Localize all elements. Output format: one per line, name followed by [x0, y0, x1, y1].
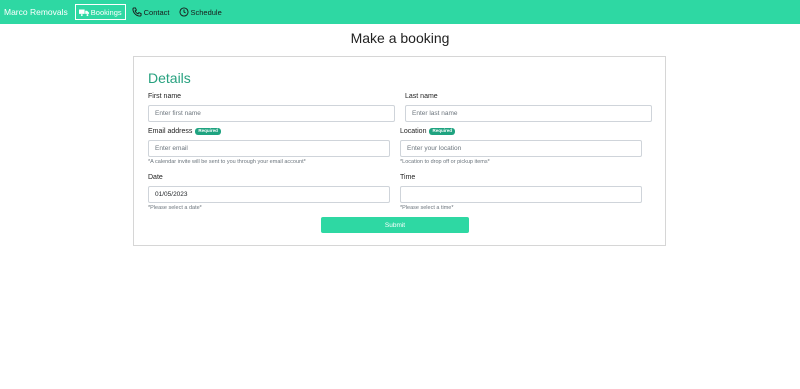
time-group: Time *Please select a time* [400, 173, 642, 211]
nav-link-label: Contact [143, 7, 170, 17]
date-label: Date [148, 174, 163, 181]
location-group: Location Required Enter your location *L… [400, 127, 642, 165]
form-title: Details [148, 70, 191, 86]
navbar: Marco Removals Bookings Contact Schedule [0, 0, 800, 24]
date-input[interactable]: 01/05/2023 [148, 186, 390, 203]
location-input[interactable]: Enter your location [400, 140, 642, 157]
time-hint: *Please select a time* [400, 205, 454, 211]
email-group: Email address Required Enter email *A ca… [148, 127, 390, 165]
first-name-label: First name [148, 93, 182, 100]
email-hint: *A calendar invite will be sent to you t… [148, 159, 306, 165]
nav-link-contact[interactable]: Contact [129, 4, 173, 20]
nav-link-label: Bookings [90, 7, 122, 17]
email-label: Email address [148, 128, 193, 135]
last-name-input[interactable]: Enter last name [405, 105, 652, 122]
required-badge: Required [195, 127, 221, 136]
clock-icon [178, 7, 189, 17]
time-label: Time [400, 174, 416, 181]
date-hint: *Please select a date* [148, 205, 202, 211]
nav-link-label: Schedule [190, 7, 222, 17]
required-badge: Required [429, 127, 455, 136]
location-label-row: Location Required [400, 127, 642, 136]
location-hint: *Location to drop off or pickup items* [400, 159, 490, 165]
last-name-label: Last name [405, 93, 438, 100]
location-label: Location [400, 128, 427, 135]
email-label-row: Email address Required [148, 127, 390, 136]
date-group: Date 01/05/2023 *Please select a date* [148, 173, 390, 211]
submit-button[interactable]: Submit [321, 217, 469, 233]
brand-link[interactable]: Marco Removals [4, 7, 68, 17]
nav-link-schedule[interactable]: Schedule [176, 4, 225, 20]
nav-link-bookings[interactable]: Bookings [74, 4, 126, 20]
first-name-group: First name Enter first name [148, 92, 395, 122]
phone-icon [132, 7, 142, 17]
last-name-group: Last name Enter last name [405, 92, 652, 122]
time-input[interactable] [400, 186, 642, 203]
truck-icon [78, 7, 89, 17]
first-name-input[interactable]: Enter first name [148, 105, 395, 122]
booking-form-card: Details First name Enter first name Last… [133, 56, 666, 246]
email-input[interactable]: Enter email [148, 140, 390, 157]
page-title: Make a booking [350, 30, 450, 46]
